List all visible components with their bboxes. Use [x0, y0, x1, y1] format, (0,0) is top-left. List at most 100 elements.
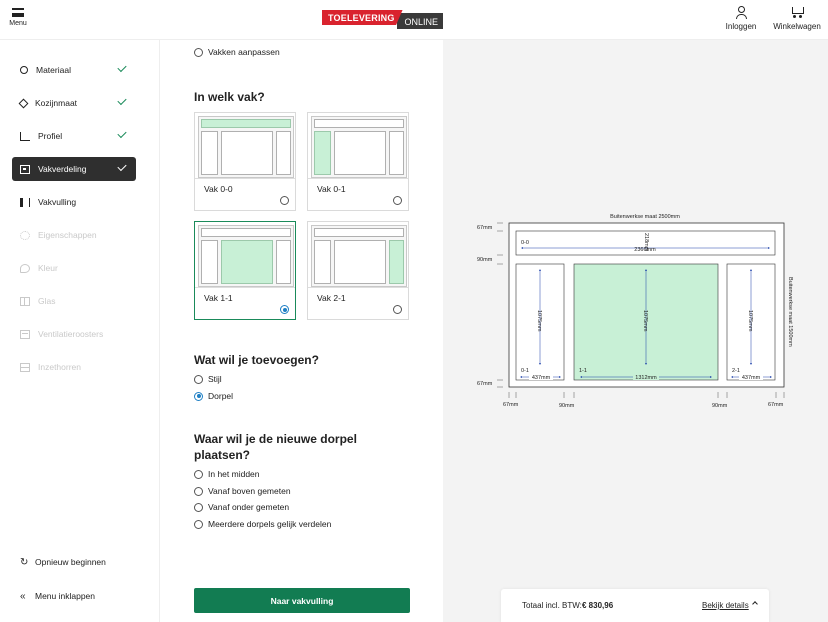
sidebar-item-materiaal[interactable]: Materiaal [12, 58, 136, 82]
sidebar-item-label: Ventilatieroosters [38, 329, 104, 339]
sidebar-item-label: Kozijnmaat [35, 98, 78, 108]
view-details-link[interactable]: Bekijk details [702, 601, 749, 610]
sidebar-item-vakverdeling[interactable]: Vakverdeling [12, 157, 136, 181]
total-value: € 830,96 [582, 601, 614, 610]
sidebar-item-label: Kleur [38, 263, 58, 273]
check-icon [117, 62, 127, 73]
outer-width-label: Buitenwerkse maat 2500mm [610, 214, 680, 220]
restart-button[interactable]: ↻ Opnieuw beginnen [20, 557, 106, 567]
compartment-label: Vak 2-1 [317, 293, 346, 303]
vent-icon [20, 329, 30, 339]
menu-label: Menu [9, 20, 27, 27]
compartment-label: Vak 1-1 [204, 293, 233, 303]
sidebar-item-inzethorren: Inzethorren [12, 355, 136, 379]
next-step-button[interactable]: Naar vakvulling [194, 588, 410, 613]
chevron-up-icon [752, 601, 758, 607]
check-icon [117, 95, 127, 106]
compartment-label: Vak 0-0 [204, 184, 233, 194]
sidebar-item-kozijnmaat[interactable]: Kozijnmaat [12, 91, 136, 115]
cell-height-label: 1075mm [642, 310, 648, 332]
collapse-menu-button[interactable]: « Menu inklappen [20, 591, 95, 601]
profile-icon [20, 131, 30, 141]
sidebar-item-label: Vakvulling [38, 197, 77, 207]
double-chevron-left-icon: « [20, 590, 26, 602]
color-icon [20, 263, 30, 273]
option-vanaf-boven[interactable]: Vanaf boven gemeten [194, 486, 291, 496]
radio-button[interactable] [194, 502, 203, 512]
material-icon [20, 66, 28, 74]
compartment-card-2-1[interactable]: Vak 2-1 [307, 221, 409, 320]
cell-width-label: 1312mm [635, 375, 657, 381]
cell-name: 0-1 [521, 368, 529, 374]
compartment-title: In welk vak? [194, 90, 265, 104]
dim-top-label: 67mm [477, 225, 493, 231]
glass-icon [20, 296, 30, 306]
cell-name: 2-1 [732, 368, 740, 374]
compartment-thumbnail [198, 116, 294, 178]
hamburger-icon [12, 8, 24, 17]
cell-width-label: 437mm [532, 375, 551, 381]
logo-red-part: TOELEVERING [322, 10, 403, 25]
radio-button[interactable] [194, 47, 203, 57]
option-label: Dorpel [208, 391, 234, 401]
option-vakken-aanpassen[interactable]: Vakken aanpassen [194, 47, 280, 57]
sidebar: Materiaal Kozijnmaat Profiel Vakverdelin… [0, 40, 160, 622]
cell-width-label: 437mm [742, 375, 761, 381]
refresh-icon: ↻ [20, 556, 29, 568]
radio-button[interactable] [194, 374, 203, 384]
radio-button[interactable] [393, 196, 402, 205]
sidebar-item-label: Materiaal [36, 65, 71, 75]
logo[interactable]: TOELEVERING ONLINE [322, 10, 444, 29]
cell-height-label: 1075mm [747, 310, 753, 332]
option-label: Vanaf boven gemeten [208, 486, 291, 496]
restart-label: Opnieuw beginnen [35, 557, 106, 567]
cart-label: Winkelwagen [773, 22, 821, 31]
option-meerdere-dorpels[interactable]: Meerdere dorpels gelijk verdelen [194, 519, 331, 529]
option-label: Vanaf onder gemeten [208, 502, 290, 512]
sidebar-item-vakvulling[interactable]: Vakvulling [12, 190, 136, 214]
radio-button[interactable] [280, 196, 289, 205]
frame-size-icon [18, 98, 29, 108]
frame-drawing: Buitenwerkse maat 2500mm Buitenwerkse ma… [477, 214, 793, 409]
sidebar-item-label: Inzethorren [38, 362, 81, 372]
logo-dark-part: ONLINE [396, 13, 444, 29]
check-icon [117, 161, 127, 172]
screen-icon [20, 362, 30, 372]
total-price-bar: Totaal incl. BTW: € 830,96 Bekijk detail… [501, 589, 769, 622]
option-stijl[interactable]: Stijl [194, 374, 222, 384]
top-header: Menu TOELEVERING ONLINE Inloggen Winkelw… [0, 0, 828, 40]
option-vanaf-onder[interactable]: Vanaf onder gemeten [194, 502, 289, 512]
radio-button[interactable] [194, 391, 203, 401]
radio-button[interactable] [194, 486, 203, 496]
compartment-card-0-1[interactable]: Vak 0-1 [307, 112, 409, 211]
menu-button[interactable]: Menu [6, 6, 30, 34]
dim-mid-label: 90mm [477, 257, 493, 263]
sidebar-item-profiel[interactable]: Profiel [12, 124, 136, 148]
option-label: Stijl [208, 374, 222, 384]
login-label: Inloggen [725, 22, 757, 31]
cell-height-label: 218mm [643, 233, 649, 252]
user-icon [734, 6, 748, 19]
compartment-card-1-1[interactable]: Vak 1-1 [194, 221, 296, 320]
option-label: Vakken aanpassen [208, 47, 280, 57]
bottom-dim-label: 67mm [768, 402, 784, 408]
login-button[interactable]: Inloggen [724, 6, 758, 31]
sidebar-item-eigenschappen: Eigenschappen [12, 223, 136, 247]
option-label: In het midden [208, 469, 260, 479]
option-in-het-midden[interactable]: In het midden [194, 469, 260, 479]
cell-height-label: 1075mm [536, 310, 542, 332]
radio-button[interactable] [194, 469, 203, 479]
radio-button[interactable] [194, 519, 203, 529]
sidebar-item-label: Vakverdeling [38, 164, 87, 174]
cart-icon [790, 6, 804, 19]
compartment-label: Vak 0-1 [317, 184, 346, 194]
radio-button[interactable] [393, 305, 402, 314]
compartment-card-0-0[interactable]: Vak 0-0 [194, 112, 296, 211]
cart-button[interactable]: Winkelwagen [772, 6, 822, 31]
sidebar-item-kleur: Kleur [12, 256, 136, 280]
radio-button[interactable] [280, 305, 289, 314]
option-dorpel[interactable]: Dorpel [194, 391, 233, 401]
dim-bottom-label: 67mm [477, 381, 493, 387]
option-label: Meerdere dorpels gelijk verdelen [208, 519, 332, 529]
compartment-thumbnail [311, 116, 407, 178]
